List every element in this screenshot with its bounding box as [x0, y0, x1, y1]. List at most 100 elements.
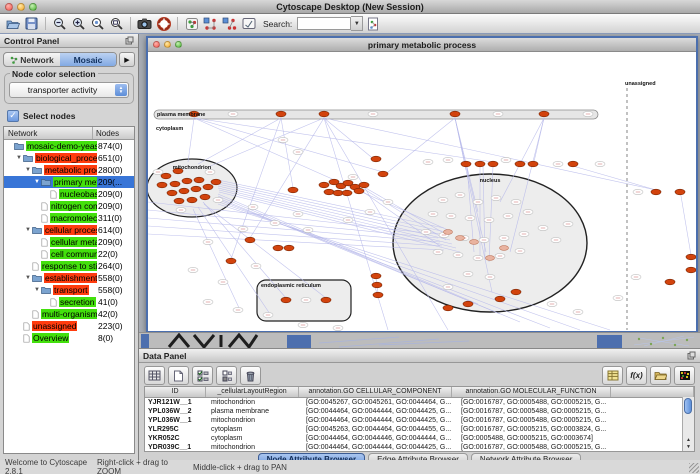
network-node[interactable] [568, 161, 578, 167]
network-node[interactable] [495, 296, 505, 302]
network-node[interactable] [675, 189, 685, 195]
tree-expand-triangle-icon[interactable]: ▼ [24, 227, 32, 233]
tree-row-label[interactable]: nitrogen compo... [50, 201, 97, 211]
network-node[interactable] [321, 297, 331, 303]
network-edge[interactable] [533, 118, 544, 166]
tree-row[interactable]: cellular metabol...209(0) [4, 236, 134, 248]
network-edge[interactable] [383, 118, 455, 176]
network-node[interactable] [161, 173, 171, 179]
table-cell[interactable]: [GO:0016787, GO:0005488, GO:0005215, G..… [458, 398, 619, 407]
tree-row[interactable]: unassigned223(0) [4, 320, 134, 332]
tree-row-label[interactable]: secretion [59, 297, 96, 307]
network-node[interactable] [276, 111, 286, 117]
table-cell[interactable]: mitochondrion [208, 416, 303, 425]
network-canvas[interactable]: plasma membranecytoplasmmitochondrionnuc… [148, 52, 696, 331]
network-node[interactable] [167, 190, 177, 196]
tree-row-label[interactable]: transport [53, 285, 89, 295]
unselect-attributes-icon[interactable] [216, 366, 237, 385]
network-node[interactable] [461, 161, 471, 167]
network-view-titlebar[interactable]: primary metabolic process [148, 38, 696, 52]
table-cell[interactable]: YDR039C__1 [145, 443, 208, 452]
tree-row-label[interactable]: cellular process [44, 225, 97, 235]
zoom-fit-icon[interactable] [108, 16, 125, 32]
network-node[interactable] [281, 297, 291, 303]
column-header-id[interactable]: ID [145, 387, 206, 397]
tree-expand-triangle-icon[interactable]: ▼ [15, 155, 23, 161]
network-node[interactable] [373, 292, 383, 298]
network-edge[interactable] [188, 118, 194, 162]
node-color-dropdown[interactable]: transporter activity ▲▼ [9, 82, 129, 98]
network-node[interactable] [528, 161, 538, 167]
network-node[interactable] [488, 161, 498, 167]
network-node[interactable] [203, 184, 213, 190]
layout-variant-icon[interactable] [221, 16, 238, 32]
table-row[interactable]: YDR039C__1mitochondrion[GO:0044464, GO:0… [145, 443, 694, 452]
tree-row[interactable]: multi-organism pro...42(0) [4, 308, 134, 320]
network-node[interactable] [174, 198, 184, 204]
float-panel-icon[interactable] [125, 36, 134, 45]
network-node[interactable] [372, 282, 382, 288]
network-node[interactable] [354, 188, 364, 194]
network-node[interactable] [157, 182, 167, 188]
tree-row-label[interactable]: mosaic-demo-yeast [26, 141, 97, 151]
tree-row-label[interactable]: biological_process [35, 153, 97, 163]
tree-row[interactable]: cell communicat...22(0) [4, 248, 134, 260]
tree-row[interactable]: ▼establishment of lo...558(0) [4, 272, 134, 284]
table-cell[interactable]: mitochondrion [208, 398, 303, 407]
vizmapper-icon[interactable] [240, 16, 257, 32]
table-cell[interactable]: [GO:0016787, GO:0005488, GO:0005215, G..… [458, 407, 619, 416]
network-node[interactable] [245, 237, 255, 243]
select-attributes-icon[interactable] [192, 366, 213, 385]
network-node[interactable] [342, 190, 352, 196]
tree-row[interactable]: Overview8(0) [4, 332, 134, 344]
tree-column-network[interactable]: Network [4, 127, 92, 139]
scroll-down-icon[interactable]: ▼ [683, 444, 694, 451]
table-cell[interactable]: YJR121W__1 [145, 398, 208, 407]
tree-row-label[interactable]: nucleobase-... [59, 189, 97, 199]
new-attribute-icon[interactable] [168, 366, 189, 385]
network-node[interactable] [371, 156, 381, 162]
faded-network-node[interactable] [456, 236, 465, 241]
search-input[interactable] [297, 17, 351, 30]
table-cell[interactable]: [GO:0016787, GO:0005215, GO:0003824, G..… [458, 425, 619, 434]
tab-overflow-button[interactable]: ▶ [119, 52, 135, 67]
network-edge[interactable] [194, 118, 383, 172]
faded-network-node[interactable] [470, 240, 479, 245]
network-node[interactable] [359, 182, 369, 188]
table-cell[interactable]: cytoplasm [208, 434, 303, 443]
network-node[interactable] [191, 186, 201, 192]
network-node[interactable] [686, 254, 696, 260]
table-cell[interactable]: YKR052C [145, 434, 208, 443]
tree-row[interactable]: ▼transport558(0) [4, 284, 134, 296]
table-row[interactable]: YKR052Ccytoplasm[GO:0044464, GO:0044446,… [145, 434, 694, 443]
network-node[interactable] [284, 245, 294, 251]
heatmap-icon[interactable] [674, 366, 695, 385]
table-cell[interactable]: cytoplasm [208, 425, 303, 434]
tree-expand-triangle-icon[interactable]: ▼ [24, 167, 32, 173]
network-node[interactable] [475, 161, 485, 167]
network-node[interactable] [651, 189, 661, 195]
tree-row[interactable]: ▼cellular process614(0) [4, 224, 134, 236]
tree-row[interactable]: ▼biological_process651(0) [4, 152, 134, 164]
network-node[interactable] [450, 111, 460, 117]
zoom-out-icon[interactable] [51, 16, 68, 32]
tree-row-label[interactable]: macromolecule ... [50, 213, 97, 223]
save-session-button[interactable] [23, 16, 40, 32]
network-node[interactable] [686, 267, 696, 273]
network-node[interactable] [443, 305, 453, 311]
table-cell[interactable]: [GO:0044464, GO:0044444, GO:0044425, G..… [303, 443, 458, 452]
attribute-select-icon[interactable] [144, 366, 165, 385]
select-nodes-checkbox[interactable]: ✓ [7, 110, 19, 122]
tree-row[interactable]: secretion41(0) [4, 296, 134, 308]
network-node[interactable] [319, 182, 329, 188]
network-node[interactable] [288, 187, 298, 193]
network-edge[interactable] [194, 118, 493, 162]
network-node[interactable] [511, 289, 521, 295]
network-node[interactable] [371, 273, 381, 279]
scrollbar-thumb[interactable] [684, 398, 692, 414]
tree-row-label[interactable]: cellular metabol... [50, 237, 97, 247]
tree-row-label[interactable]: metabolic process [44, 165, 97, 175]
network-node[interactable] [170, 181, 180, 187]
tree-row-label[interactable]: unassigned [32, 321, 77, 331]
network-node[interactable] [226, 258, 236, 264]
